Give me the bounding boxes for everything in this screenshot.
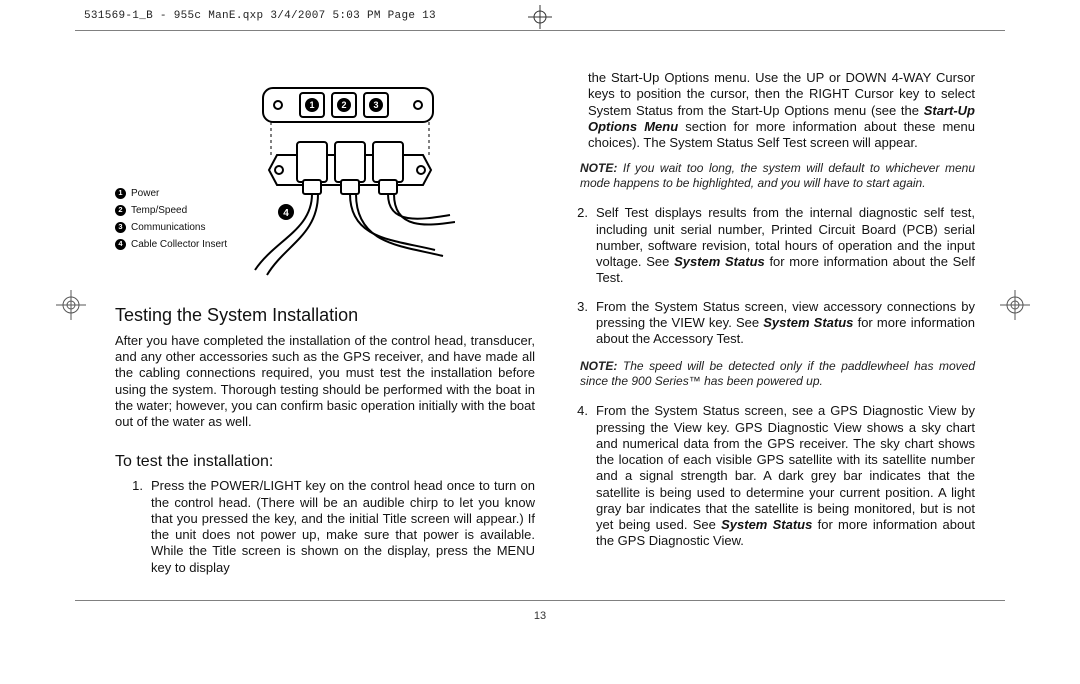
svg-text:4: 4 (283, 208, 289, 219)
step-number: 2. (570, 205, 588, 286)
bottom-rule (75, 600, 1005, 601)
legend-num-icon: 4 (115, 239, 126, 250)
step-4: 4. From the System Status screen, see a … (570, 403, 975, 549)
legend-item: 4 Cable Collector Insert (115, 236, 227, 253)
step-1: 1. Press the POWER/LIGHT key on the cont… (125, 478, 535, 576)
registration-mark-right (1000, 290, 1030, 325)
left-column: 1 Power 2 Temp/Speed 3 Communications 4 … (115, 70, 535, 595)
note-1: NOTE: If you wait too long, the system w… (580, 161, 975, 191)
legend-label: Communications (131, 219, 205, 236)
legend-item: 3 Communications (115, 219, 227, 236)
step-text: From the System Status screen, see a GPS… (596, 403, 975, 549)
top-rule (75, 30, 1005, 31)
step-3: 3. From the System Status screen, view a… (570, 299, 975, 348)
legend-num-icon: 3 (115, 222, 126, 233)
svg-text:3: 3 (374, 100, 379, 110)
step-text: Press the POWER/LIGHT key on the control… (151, 478, 535, 576)
svg-text:1: 1 (310, 100, 315, 110)
legend-label: Temp/Speed (131, 202, 187, 219)
legend-item: 1 Power (115, 185, 227, 202)
step-1-continued: the Start-Up Options menu. Use the UP or… (588, 70, 975, 151)
legend-num-icon: 2 (115, 205, 126, 216)
legend-label: Cable Collector Insert (131, 236, 227, 253)
heading-to-test: To test the installation: (115, 452, 535, 472)
intro-paragraph: After you have completed the installatio… (115, 333, 535, 431)
heading-testing-installation: Testing the System Installation (115, 304, 535, 327)
step-number: 1. (125, 478, 143, 576)
right-column: the Start-Up Options menu. Use the UP or… (560, 70, 975, 595)
legend-num-icon: 1 (115, 188, 126, 199)
legend-item: 2 Temp/Speed (115, 202, 227, 219)
step-text: From the System Status screen, view acce… (596, 299, 975, 348)
registration-mark-left (56, 290, 86, 325)
legend-label: Power (131, 185, 159, 202)
svg-text:2: 2 (342, 100, 347, 110)
page-number: 13 (0, 610, 1080, 622)
step-2: 2. Self Test displays results from the i… (570, 205, 975, 286)
cable-connector-figure: 1 2 3 (245, 70, 455, 284)
print-header-line: 531569-1_B - 955c ManE.qxp 3/4/2007 5:03… (84, 10, 436, 22)
step-number: 3. (570, 299, 588, 348)
step-number: 4. (570, 403, 588, 549)
note-2: NOTE: The speed will be detected only if… (580, 359, 975, 389)
step-text: Self Test displays results from the inte… (596, 205, 975, 286)
figure-legend: 1 Power 2 Temp/Speed 3 Communications 4 … (115, 185, 227, 253)
